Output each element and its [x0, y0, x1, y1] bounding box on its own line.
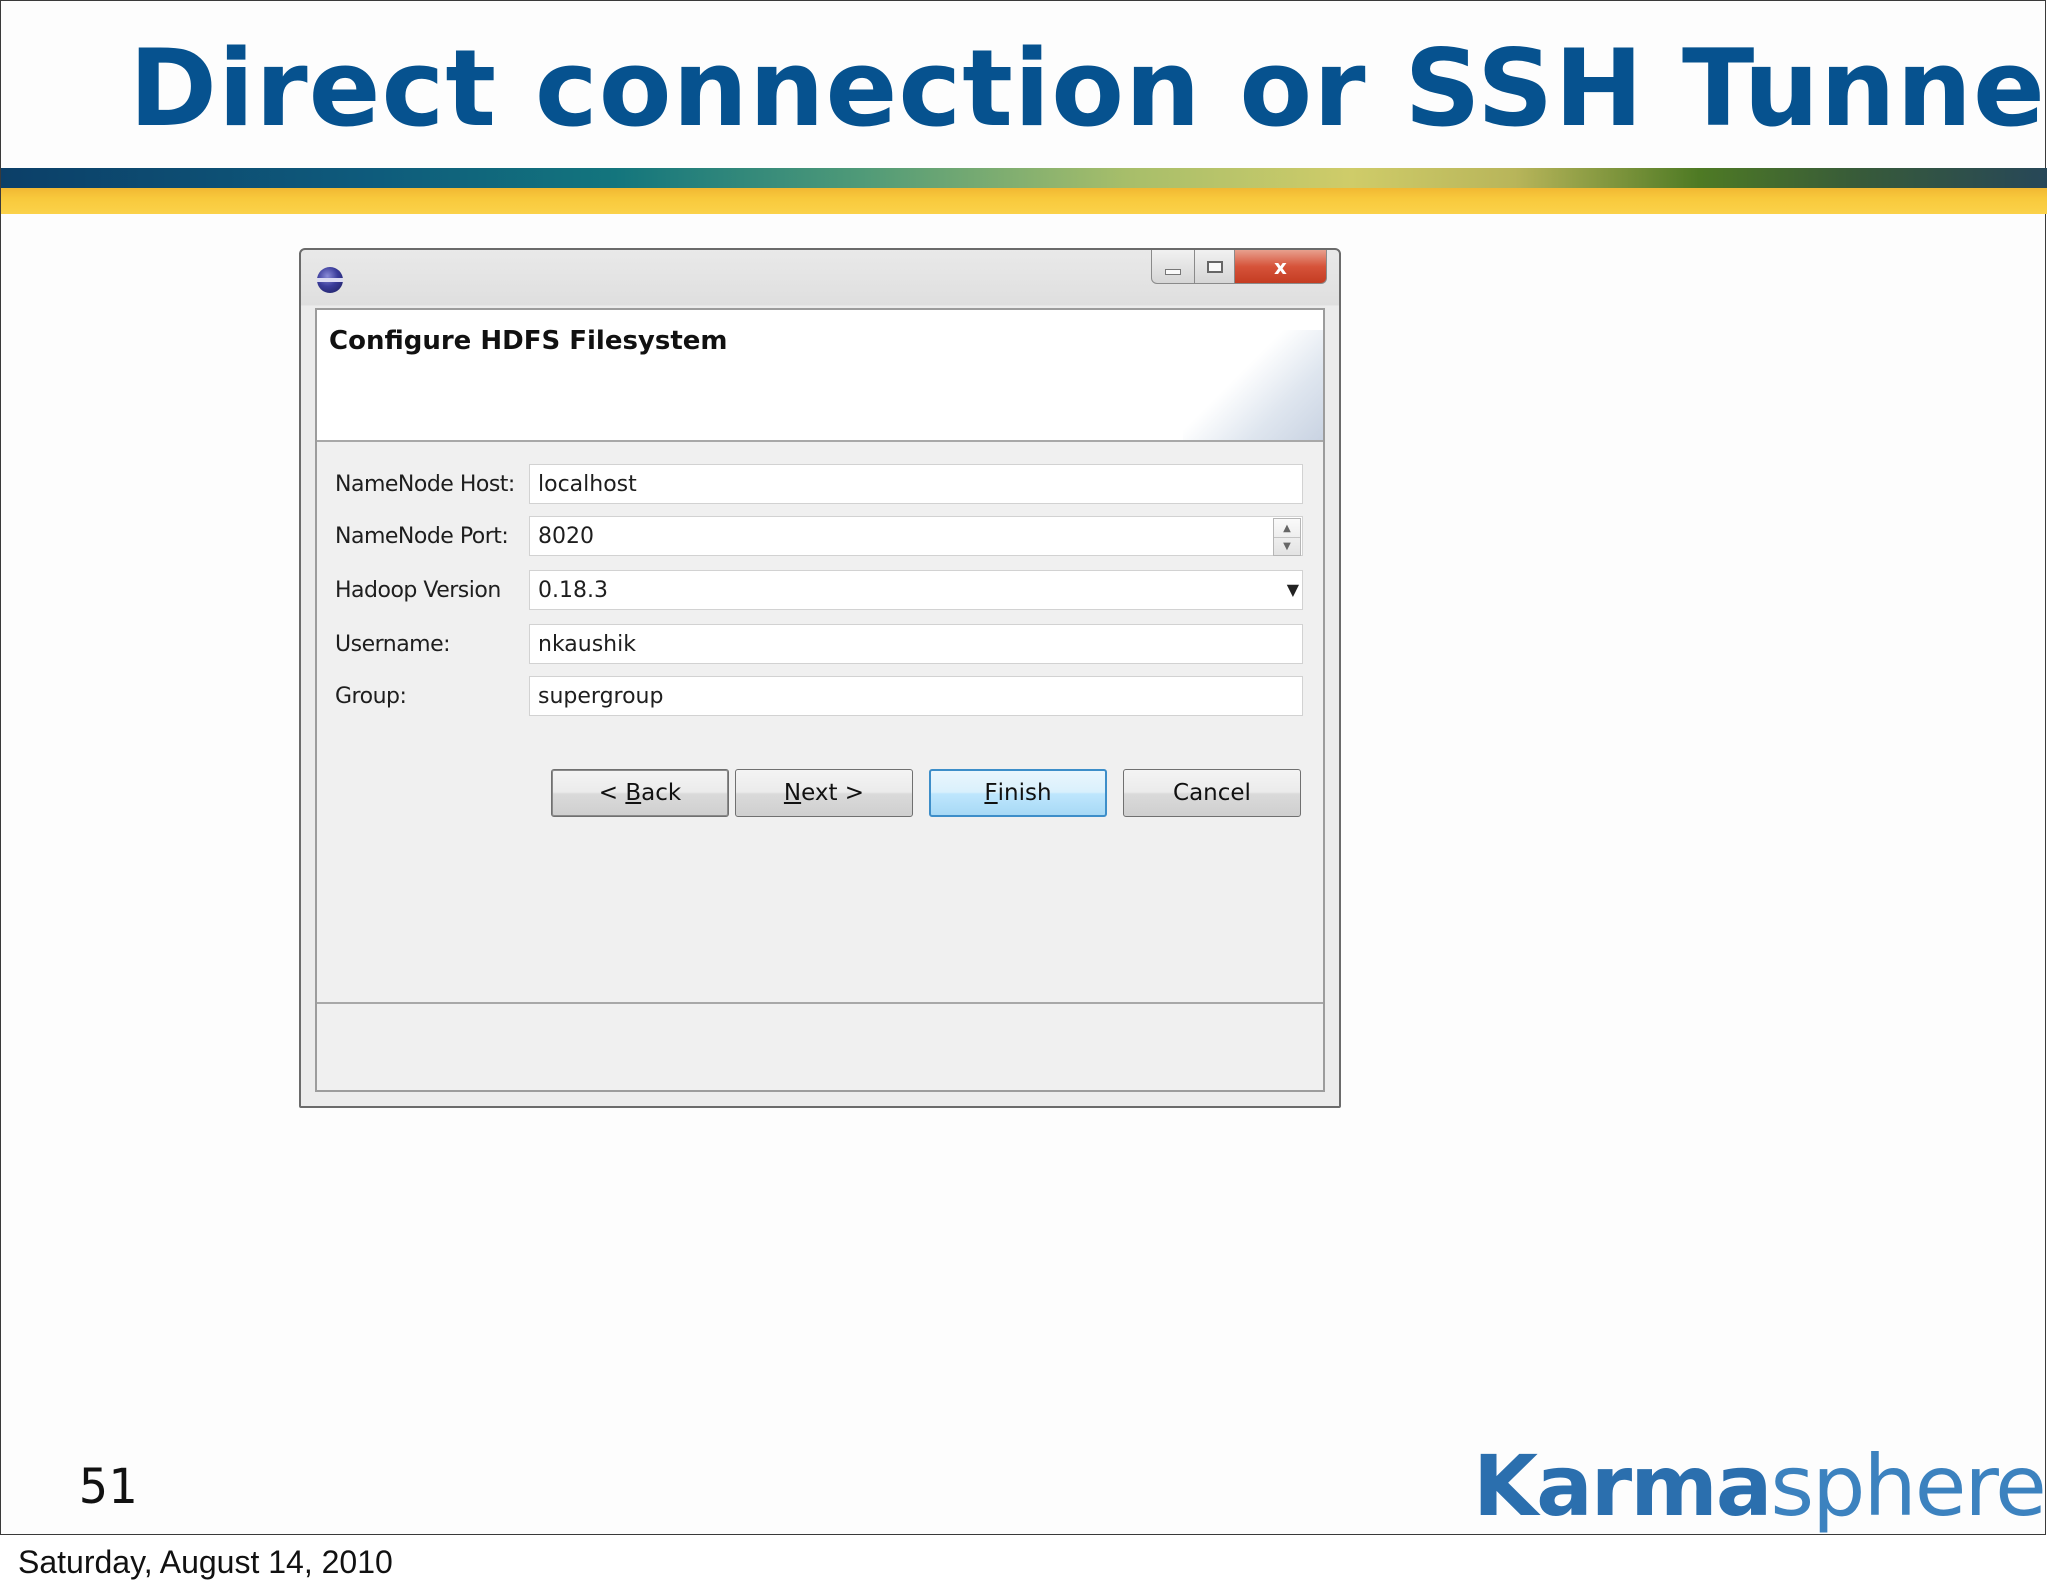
spin-down-icon[interactable]: ▼ [1274, 537, 1300, 555]
namenode-port-input[interactable] [529, 516, 1303, 556]
minimize-icon [1165, 268, 1181, 275]
date-label: Saturday, August 14, 2010 [18, 1544, 393, 1580]
configure-hdfs-dialog: x Configure HDFS Filesystem NameNode Hos… [299, 248, 1341, 1108]
back-button[interactable]: < Back [551, 769, 729, 817]
maximize-icon [1206, 260, 1223, 273]
slide-title: Direct connection or SSH Tunnel [129, 27, 2048, 150]
port-spinner: ▲ ▼ [1273, 518, 1301, 556]
page-number: 51 [79, 1459, 137, 1515]
minimize-button[interactable] [1151, 250, 1195, 284]
slide: Direct connection or SSH Tunnel x Config… [0, 0, 2048, 1535]
namenode-host-input[interactable] [529, 464, 1303, 504]
back-button-label: ack [641, 780, 682, 806]
cancel-button[interactable]: Cancel [1123, 769, 1301, 817]
namenode-host-label: NameNode Host: [335, 472, 515, 497]
close-icon: x [1274, 254, 1287, 279]
dialog-content: Configure HDFS Filesystem NameNode Host:… [315, 308, 1325, 1092]
spin-up-icon[interactable]: ▲ [1274, 519, 1300, 538]
button-bar-divider [317, 1002, 1323, 1004]
window-controls: x [1151, 250, 1327, 286]
namenode-port-label: NameNode Port: [335, 524, 509, 549]
group-row: Group: [317, 676, 1323, 720]
finish-button[interactable]: Finish [929, 769, 1107, 817]
next-button-label: ext > [801, 780, 865, 806]
hadoop-version-label: Hadoop Version [335, 578, 501, 603]
cancel-button-label: Cancel [1173, 780, 1251, 806]
next-button[interactable]: Next > [735, 769, 913, 817]
username-row: Username: [317, 624, 1323, 668]
username-label: Username: [335, 632, 451, 657]
namenode-port-row: NameNode Port: ▲ ▼ [317, 516, 1323, 560]
chevron-down-icon[interactable]: ▼ [1287, 580, 1299, 599]
group-label: Group: [335, 684, 407, 709]
next-button-mnemonic: N [783, 780, 802, 806]
finish-button-mnemonic: F [984, 780, 998, 806]
back-button-prefix: < [598, 780, 626, 806]
logo-bold-text: Karma [1473, 1437, 1772, 1535]
wizard-title: Configure HDFS Filesystem [329, 326, 728, 356]
logo-light-text: sphere [1770, 1437, 2046, 1535]
group-input[interactable] [529, 676, 1303, 716]
back-button-mnemonic: B [625, 780, 642, 806]
username-input[interactable] [529, 624, 1303, 664]
karmasphere-logo: Karmasphere [1473, 1437, 2047, 1535]
hadoop-version-select[interactable] [529, 570, 1303, 610]
header-color-band [1, 168, 2047, 188]
finish-button-label: inish [997, 780, 1052, 806]
maximize-button[interactable] [1195, 250, 1235, 284]
eclipse-app-icon [317, 267, 343, 293]
header-yellow-band [1, 188, 2047, 214]
wizard-header: Configure HDFS Filesystem [317, 310, 1323, 442]
hadoop-version-row: Hadoop Version ▼ [317, 570, 1323, 614]
namenode-host-row: NameNode Host: [317, 464, 1323, 508]
close-button[interactable]: x [1235, 250, 1327, 284]
